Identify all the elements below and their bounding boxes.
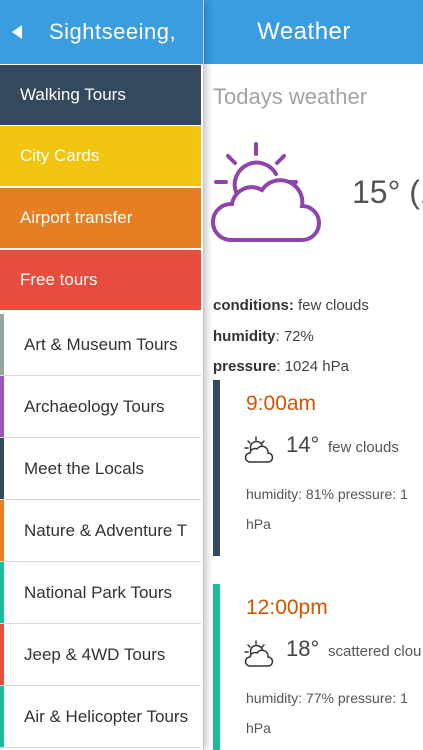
- side-menu: Sightseeing, Walking Tours City Cards Ai…: [0, 0, 204, 750]
- conditions-value: few clouds: [298, 297, 369, 314]
- forecast-accent-bar: [213, 584, 220, 750]
- category-label: Art & Museum Tours: [24, 335, 178, 354]
- menu-item-label: City Cards: [20, 146, 100, 165]
- forecast-card[interactable]: 9:00am 14° few clouds humidity: 81% pres…: [213, 380, 423, 556]
- category-nature-adventure-tours[interactable]: Nature & Adventure T: [0, 500, 201, 562]
- weather-title: Weather: [257, 18, 351, 45]
- forecast-details-cont: hPa: [246, 720, 271, 736]
- forecast-condition: few clouds: [328, 439, 399, 456]
- category-label: Nature & Adventure T: [24, 521, 188, 540]
- pressure-value: : 1024 hPa: [276, 358, 349, 375]
- forecast-temperature: 18°: [286, 636, 320, 661]
- category-label: Air & Helicopter Tours: [24, 707, 189, 726]
- todays-weather-heading: Todays weather: [213, 84, 368, 109]
- category-air-helicopter-tours[interactable]: Air & Helicopter Tours: [0, 686, 201, 748]
- humidity-label: humidity: [213, 328, 276, 345]
- category-national-park-tours[interactable]: National Park Tours: [0, 562, 201, 624]
- category-jeep-4wd-tours[interactable]: Jeep & 4WD Tours: [0, 624, 201, 686]
- category-color-bar: [0, 686, 4, 747]
- humidity-line: humidity: 72%: [213, 328, 314, 345]
- back-arrow-icon[interactable]: [10, 24, 24, 40]
- forecast-time: 9:00am: [246, 392, 317, 415]
- forecast-accent-bar: [213, 380, 220, 556]
- menu-item-label: Walking Tours: [20, 85, 126, 104]
- humidity-value: : 72%: [275, 328, 314, 345]
- menu-title: Sightseeing,: [49, 19, 177, 44]
- forecast-temperature: 14°: [286, 432, 320, 457]
- forecast-details: humidity: 81% pressure: 1: [246, 486, 408, 502]
- menu-item-free-tours[interactable]: Free tours: [0, 249, 201, 310]
- forecast-details-cont: hPa: [246, 516, 271, 532]
- category-color-bar: [0, 562, 4, 623]
- conditions-line: conditions: few clouds: [213, 297, 369, 314]
- category-label: National Park Tours: [24, 583, 173, 602]
- menu-item-city-cards[interactable]: City Cards: [0, 125, 201, 186]
- category-color-bar: [0, 438, 4, 499]
- partly-cloudy-icon: [244, 436, 274, 463]
- category-archaeology-tours[interactable]: Archaeology Tours: [0, 376, 201, 438]
- category-art-museum-tours[interactable]: Art & Museum Tours: [0, 314, 201, 376]
- pressure-label: pressure: [213, 358, 277, 375]
- menu-item-label: Free tours: [20, 270, 98, 289]
- conditions-label: conditions:: [213, 297, 294, 314]
- category-label: Jeep & 4WD Tours: [24, 645, 166, 664]
- menu-item-label: Airport transfer: [20, 208, 133, 227]
- category-color-bar: [0, 624, 4, 685]
- category-color-bar: [0, 376, 4, 437]
- category-label: Archaeology Tours: [24, 397, 165, 416]
- category-color-bar: [0, 314, 4, 375]
- current-temperature: 15° (1: [352, 174, 423, 210]
- menu-item-airport-transfer[interactable]: Airport transfer: [0, 187, 201, 248]
- forecast-details: humidity: 77% pressure: 1: [246, 690, 408, 706]
- partly-cloudy-icon: [244, 640, 274, 667]
- forecast-time: 12:00pm: [246, 596, 328, 619]
- forecast-card[interactable]: 12:00pm 18° scattered clou humidity: 77%…: [213, 584, 423, 750]
- partly-cloudy-icon: [210, 142, 321, 242]
- category-label: Meet the Locals: [24, 459, 145, 478]
- pressure-line: pressure: 1024 hPa: [213, 358, 349, 375]
- category-meet-the-locals[interactable]: Meet the Locals: [0, 438, 201, 500]
- category-color-bar: [0, 500, 4, 561]
- menu-item-walking-tours[interactable]: Walking Tours: [0, 64, 201, 125]
- forecast-condition: scattered clou: [328, 643, 422, 660]
- menu-header: Sightseeing,: [0, 0, 203, 64]
